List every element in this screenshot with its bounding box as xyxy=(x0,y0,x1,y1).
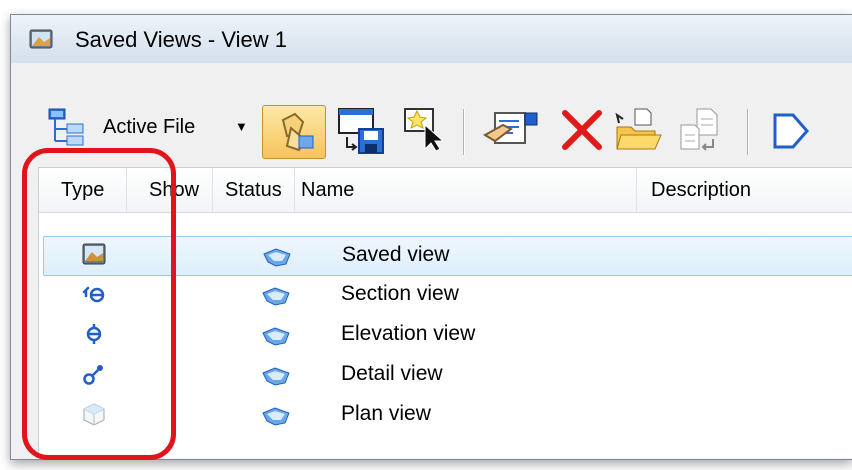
import-icon[interactable] xyxy=(679,107,723,153)
chevron-down-icon: ▼ xyxy=(235,119,248,134)
active-file-label: Active File xyxy=(103,116,196,138)
save-view-icon[interactable] xyxy=(337,107,393,157)
status-icon xyxy=(261,365,291,387)
apply-view-button[interactable] xyxy=(262,105,326,159)
row-name: Plan view xyxy=(341,402,431,425)
status-icon xyxy=(262,246,292,268)
title-bar[interactable]: Saved Views - View 1 xyxy=(11,15,852,64)
row-name: Elevation view xyxy=(341,322,476,345)
column-header-description[interactable]: Description xyxy=(637,168,852,212)
row-name: Saved view xyxy=(342,243,450,266)
toolbar-separator xyxy=(463,109,465,155)
select-view-icon[interactable] xyxy=(403,107,447,153)
highlight-outline xyxy=(22,148,176,460)
column-header-name[interactable]: Name xyxy=(295,168,637,212)
column-header-status[interactable]: Status xyxy=(213,168,295,212)
active-file-icon xyxy=(45,107,97,147)
status-icon xyxy=(261,285,291,307)
properties-icon[interactable] xyxy=(481,107,543,153)
row-name: Section view xyxy=(341,282,459,305)
status-icon xyxy=(261,325,291,347)
status-icon xyxy=(261,405,291,427)
window-title: Saved Views - View 1 xyxy=(75,27,287,52)
open-folder-icon[interactable] xyxy=(615,105,665,153)
saved-view-icon xyxy=(29,29,53,49)
row-name: Detail view xyxy=(341,362,443,385)
next-icon[interactable] xyxy=(771,109,815,153)
toolbar-separator xyxy=(747,109,749,155)
apply-view-icon xyxy=(269,110,319,154)
delete-icon[interactable] xyxy=(559,107,605,153)
